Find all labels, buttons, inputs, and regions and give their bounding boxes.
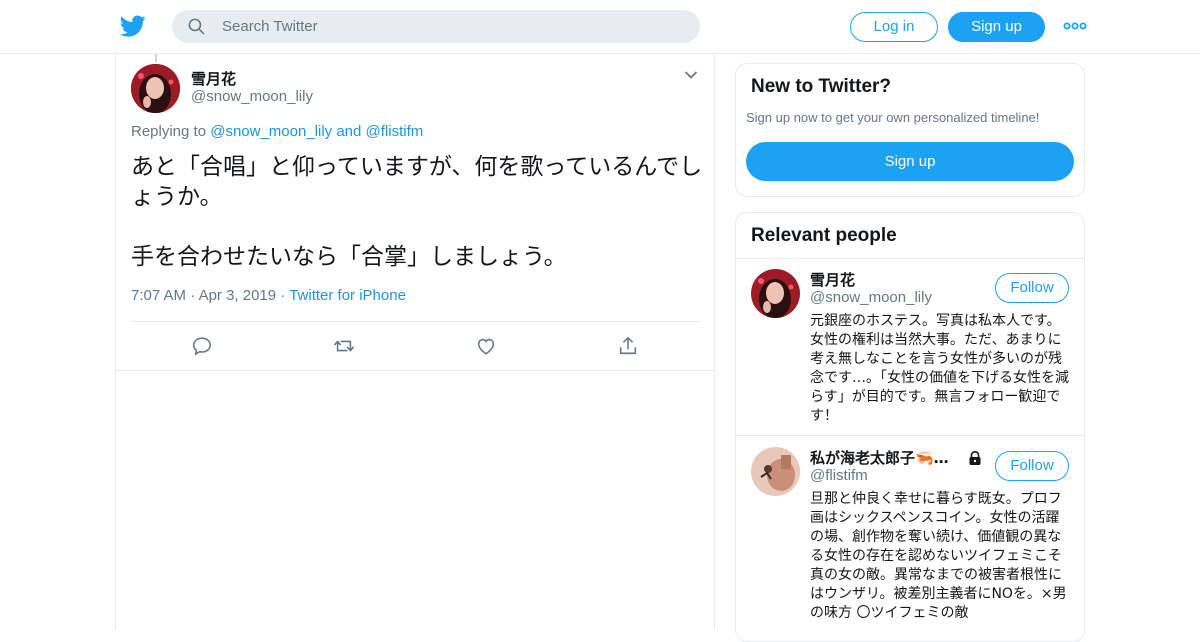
avatar[interactable] [751,447,800,496]
tweet-time[interactable]: 7:07 AM [131,287,186,304]
avatar[interactable] [751,269,800,318]
replying-to-link-1[interactable]: @snow_moon_lily [210,123,332,140]
replying-to-link-2[interactable]: @flistifm [366,123,424,140]
avatar-image [751,447,800,496]
person-handle[interactable]: @snow_moon_lily [810,289,932,306]
follow-button[interactable]: Follow [995,451,1069,481]
tweet-source-link[interactable]: Twitter for iPhone [289,287,406,304]
reply-icon[interactable] [191,335,213,357]
person-bio: 元銀座のホステス。写真は私本人です。 女性の権利は当然大事。ただ、あまりに考え無… [810,313,1069,424]
person-name[interactable]: 私が海老太郎子🦐… [810,447,949,468]
tweet-author-handle[interactable]: @snow_moon_lily [191,88,313,105]
person-name[interactable]: 雪月花 [810,269,855,290]
retweet-icon[interactable] [333,335,355,357]
replying-and: and [336,123,362,140]
meta-separator: · [190,287,199,304]
avatar-image [131,64,180,113]
card-title: Relevant people [751,225,897,246]
chevron-down-icon[interactable] [684,70,698,80]
new-to-twitter-card: New to Twitter? Sign up now to get your … [735,63,1085,197]
person-bio: 旦那と仲良く幸せに暮らす既女。プロフ画はシックスペンスコイン。女性の活躍の場、創… [810,491,1067,621]
divider [736,435,1084,436]
top-navigation-bar: Log in Sign up [0,0,1200,54]
person-handle[interactable]: @flistifm [810,467,868,484]
card-subtitle: Sign up now to get your own personalized… [746,110,1040,125]
tweet-date[interactable]: Apr 3, 2019 [199,287,277,304]
meta-separator: · [280,287,290,304]
tweet-detail-column: 雪月花 @snow_moon_lily Replying to @snow_mo… [115,54,715,630]
tweet-text: あと「合唱」と仰っていますが、何を歌っているんでしょうか。 手を合わせたいなら「… [131,154,703,270]
relevant-people-card: Relevant people 雪月花 @snow_moon_lily Foll… [735,212,1085,642]
thread-connector [155,54,157,62]
divider [116,370,714,371]
share-icon[interactable] [617,335,639,357]
card-title: New to Twitter? [751,76,892,97]
follow-button[interactable]: Follow [995,273,1069,303]
twitter-bird-icon[interactable] [120,13,146,39]
search-input[interactable] [222,10,682,43]
avatar[interactable] [131,64,180,113]
more-icon[interactable] [1063,18,1087,34]
avatar-image [751,269,800,318]
signup-button[interactable]: Sign up [948,12,1045,42]
replying-prefix: Replying to [131,123,207,140]
tweet-author-name[interactable]: 雪月花 [191,68,236,89]
search-box[interactable] [172,10,700,43]
like-icon[interactable] [475,335,497,357]
replying-to: Replying to @snow_moon_lily and @flistif… [131,123,423,140]
signup-large-button[interactable]: Sign up [746,142,1074,181]
divider [131,321,700,322]
lock-icon [969,450,981,465]
login-button[interactable]: Log in [850,12,938,42]
divider [736,258,1084,259]
tweet-metadata: 7:07 AM · Apr 3, 2019 · Twitter for iPho… [131,287,406,304]
search-icon [188,18,205,35]
